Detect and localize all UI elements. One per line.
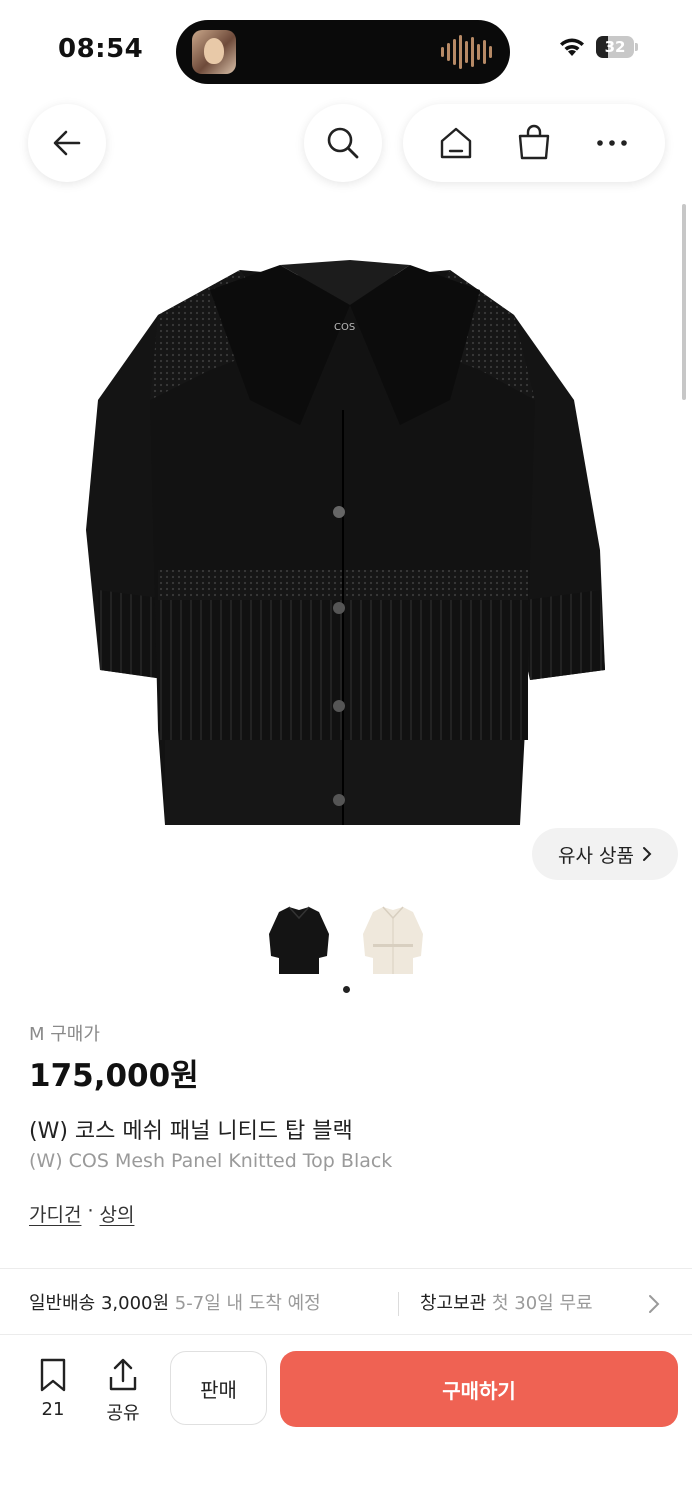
gallery-page-indicator [343, 986, 350, 993]
product-image[interactable]: COS [80, 250, 620, 840]
product-name-korean: (W) 코스 메쉬 패널 니티드 탑 블랙 [29, 1119, 353, 1144]
product-price: 175,000원 [29, 1058, 199, 1094]
nav-action-group [403, 104, 665, 182]
bookmark-button[interactable]: 21 [30, 1357, 76, 1420]
warehouse-storage-note: 첫 30일 무료 [491, 1293, 593, 1314]
status-time: 08:54 [58, 34, 144, 64]
similar-products-button[interactable]: 유사 상품 [532, 828, 678, 880]
product-name-english: (W) COS Mesh Panel Knitted Top Black [29, 1150, 393, 1172]
section-divider [0, 1268, 692, 1269]
category-separator: · [87, 1200, 94, 1222]
share-button[interactable]: 공유 [100, 1357, 146, 1425]
home-icon [440, 127, 472, 159]
category-link-top[interactable]: 상의 [100, 1200, 135, 1227]
shipping-separator [398, 1292, 399, 1316]
image-thumbnails [0, 902, 692, 978]
more-icon [597, 140, 627, 146]
warehouse-storage: 창고보관 첫 30일 무료 [420, 1289, 593, 1315]
search-button[interactable] [304, 104, 382, 182]
standard-shipping-eta: 5-7일 내 도착 예정 [174, 1293, 321, 1314]
home-button[interactable] [426, 113, 486, 173]
scrollbar[interactable] [682, 204, 686, 400]
standard-shipping-label: 일반배송 3,000원 [29, 1293, 170, 1314]
shipping-info-row[interactable]: 일반배송 3,000원 5-7일 내 도착 예정 창고보관 첫 30일 무료 [0, 1270, 692, 1334]
share-label: 공유 [106, 1403, 140, 1424]
similar-products-label: 유사 상품 [558, 844, 634, 867]
more-button[interactable] [582, 113, 642, 173]
standard-shipping: 일반배송 3,000원 5-7일 내 도착 예정 [29, 1289, 321, 1315]
battery-icon: 32 [596, 36, 638, 58]
brand-tag-text: COS [334, 322, 355, 333]
share-icon [109, 1358, 137, 1391]
arrow-left-icon [53, 130, 81, 156]
back-button[interactable] [28, 104, 106, 182]
sell-button[interactable]: 판매 [170, 1351, 267, 1425]
status-bar: 08:54 32 [0, 0, 692, 100]
wifi-icon [560, 38, 584, 56]
audio-waveform-icon [441, 34, 492, 70]
status-indicators: 32 [558, 36, 638, 58]
buy-button[interactable]: 구매하기 [280, 1351, 678, 1427]
bottom-action-bar: 21 공유 판매 구매하기 [0, 1334, 692, 1500]
bookmark-icon [40, 1358, 66, 1392]
thumbnail-ivory[interactable] [360, 902, 426, 978]
category-link-cardigan[interactable]: 가디건 [29, 1200, 81, 1227]
size-price-label: M 구매가 [29, 1024, 100, 1045]
chevron-right-icon [649, 1295, 660, 1313]
category-breadcrumb: 가디건 · 상의 [29, 1200, 134, 1227]
battery-level: 32 [604, 38, 626, 56]
warehouse-storage-label: 창고보관 [420, 1293, 487, 1314]
cart-button[interactable] [504, 113, 564, 173]
bookmark-count: 21 [41, 1399, 65, 1420]
thumbnail-black[interactable] [266, 902, 332, 978]
search-icon [327, 127, 359, 159]
chevron-right-icon [642, 847, 652, 861]
now-playing-artwork [192, 30, 236, 74]
shopping-bag-icon [518, 124, 550, 160]
dynamic-island[interactable] [176, 20, 510, 84]
